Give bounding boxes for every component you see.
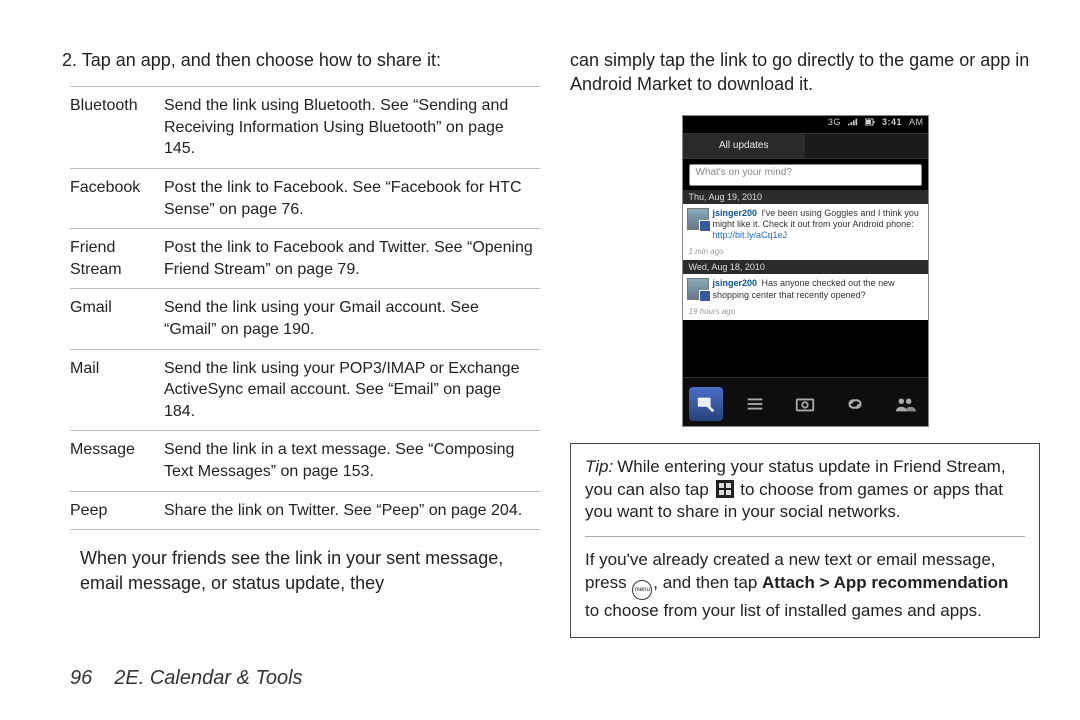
share-option-desc: Post the link to Facebook and Twitter. S… — [164, 229, 540, 289]
paragraph-after-table: When your friends see the link in your s… — [80, 546, 540, 595]
apps-grid-icon — [716, 480, 734, 498]
share-option-desc: Post the link to Facebook. See “Facebook… — [164, 169, 540, 229]
share-option-name: Gmail — [70, 289, 164, 349]
post-link: http://bit.ly/aCq1eJ — [713, 230, 788, 240]
phone-screenshot: 3G 3:41 AM All updates What's on your mi… — [682, 115, 929, 427]
share-options-table: BluetoothSend the link using Bluetooth. … — [70, 86, 540, 530]
tip-paragraph-1: Tip:While entering your status update in… — [585, 456, 1025, 525]
table-row: MailSend the link using your POP3/IMAP o… — [70, 349, 540, 431]
network-label: 3G — [828, 117, 841, 127]
phone-statusbar: 3G 3:41 AM — [683, 116, 928, 133]
dock-compose-icon — [689, 387, 723, 421]
table-row: GmailSend the link using your Gmail acco… — [70, 289, 540, 349]
tip-label: Tip: — [585, 457, 613, 476]
tip-paragraph-2: If you've already created a new text or … — [585, 549, 1025, 623]
phone-tabbar: All updates — [683, 133, 928, 159]
share-option-name: Mail — [70, 349, 164, 431]
share-option-name: Bluetooth — [70, 87, 164, 169]
feed-post: jsinger200 Has anyone checked out the ne… — [683, 274, 928, 305]
share-option-name: Peep — [70, 491, 164, 530]
menu-button-icon: menu — [632, 580, 652, 600]
share-option-desc: Send the link using Bluetooth. See “Send… — [164, 87, 540, 169]
post-timestamp: 19 hours ago — [683, 305, 928, 320]
section-title: 2E. Calendar & Tools — [114, 667, 302, 689]
share-option-desc: Send the link in a text message. See “Co… — [164, 431, 540, 491]
avatar — [687, 278, 709, 300]
post-timestamp: 1 min ago — [683, 245, 928, 260]
tab-blank — [805, 134, 928, 158]
date-header: Thu, Aug 19, 2010 — [683, 190, 928, 204]
avatar — [687, 208, 709, 230]
table-row: Friend StreamPost the link to Facebook a… — [70, 229, 540, 289]
page-footer: 96 2E. Calendar & Tools — [70, 667, 303, 690]
share-option-name: Friend Stream — [70, 229, 164, 289]
page-number: 96 — [70, 667, 92, 689]
step-2-instruction: 2. Tap an app, and then choose how to sh… — [62, 48, 540, 72]
battery-icon — [865, 118, 875, 128]
dock-list-icon — [738, 387, 772, 421]
table-row: PeepShare the link on Twitter. See “Peep… — [70, 491, 540, 530]
date-header: Wed, Aug 18, 2010 — [683, 260, 928, 274]
tip-text: , and then tap — [653, 573, 762, 592]
tip-box: Tip:While entering your status update in… — [570, 443, 1040, 639]
share-option-desc: Send the link using your POP3/IMAP or Ex… — [164, 349, 540, 431]
dock-link-icon — [838, 387, 872, 421]
paragraph-continuation: can simply tap the link to go directly t… — [570, 48, 1040, 97]
tab-all-updates: All updates — [683, 134, 806, 158]
status-input: What's on your mind? — [689, 164, 922, 186]
clock-ampm: AM — [909, 117, 924, 127]
clock-time: 3:41 — [882, 117, 902, 127]
tip-bold: Attach > App recommendation — [762, 573, 1008, 592]
feed-post: jsinger200 I've been using Goggles and I… — [683, 204, 928, 246]
share-option-name: Facebook — [70, 169, 164, 229]
tip-divider — [585, 536, 1025, 537]
signal-icon — [848, 118, 858, 128]
phone-dock — [683, 377, 928, 426]
table-row: FacebookPost the link to Facebook. See “… — [70, 169, 540, 229]
tip-text: to choose from your list of installed ga… — [585, 601, 982, 620]
table-row: MessageSend the link in a text message. … — [70, 431, 540, 491]
post-username: jsinger200 — [713, 278, 758, 288]
table-row: BluetoothSend the link using Bluetooth. … — [70, 87, 540, 169]
post-username: jsinger200 — [713, 208, 758, 218]
share-option-name: Message — [70, 431, 164, 491]
share-option-desc: Share the link on Twitter. See “Peep” on… — [164, 491, 540, 530]
dock-people-icon — [888, 387, 922, 421]
share-option-desc: Send the link using your Gmail account. … — [164, 289, 540, 349]
dock-camera-icon — [788, 387, 822, 421]
